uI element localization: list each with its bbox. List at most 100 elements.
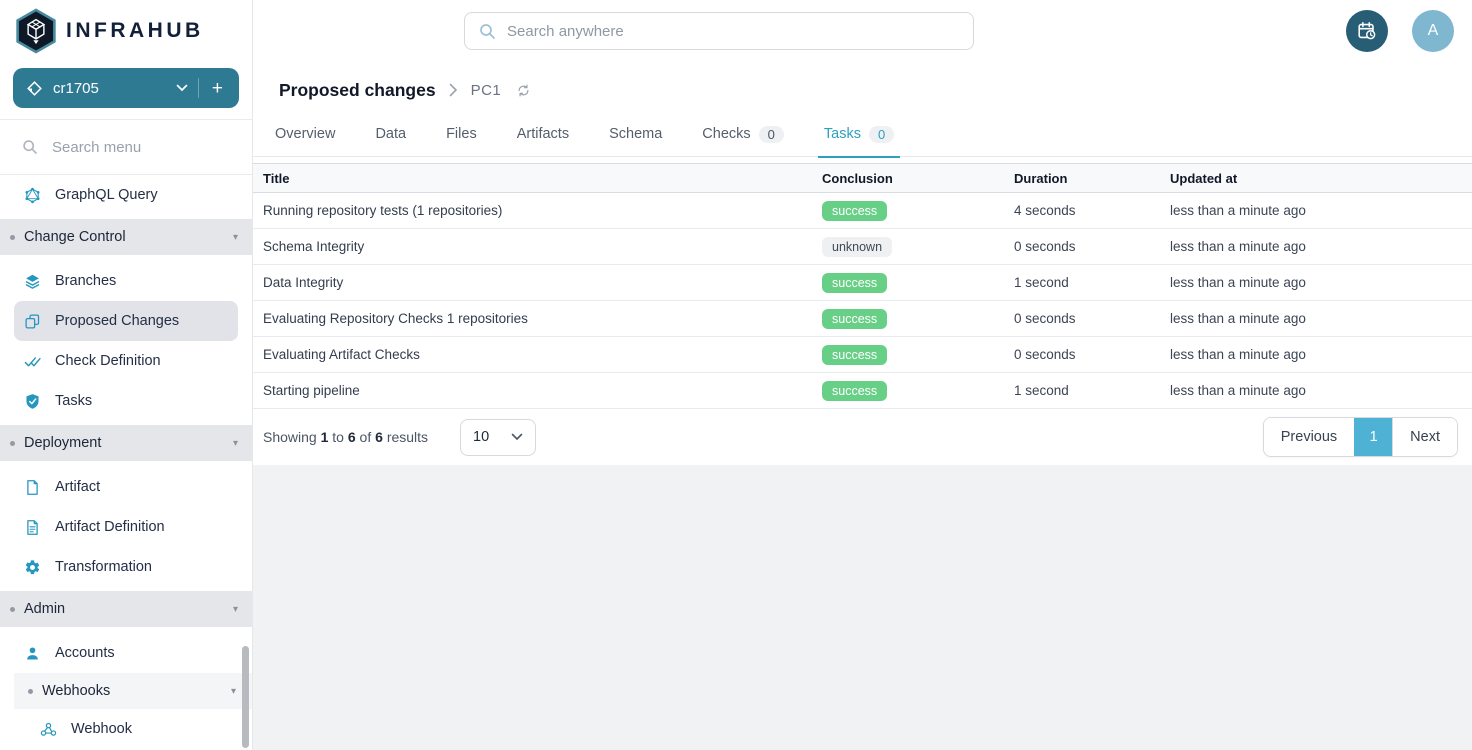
task-duration: 0 seconds <box>1014 301 1170 337</box>
graphql-icon <box>24 187 41 204</box>
sidebar-item-webhook[interactable]: Webhook <box>14 709 238 749</box>
task-updated: less than a minute ago <box>1170 301 1472 337</box>
page-number-button[interactable]: 1 <box>1354 418 1392 456</box>
topbar: Search anywhere A <box>253 0 1472 62</box>
task-duration: 0 seconds <box>1014 229 1170 265</box>
tab-tasks[interactable]: Tasks0 <box>824 118 894 150</box>
transformation-icon <box>24 559 41 576</box>
table-row[interactable]: Starting pipeline success 1 second less … <box>253 373 1472 409</box>
table-header-row: Title Conclusion Duration Updated at <box>253 164 1472 193</box>
add-branch-button[interactable]: + <box>199 79 229 98</box>
pagination-bar: Showing 1 to 6 of 6 results 10 Previous … <box>253 409 1472 465</box>
chevron-down-icon <box>511 433 523 441</box>
app-root: INFRAHUB cr1705 + <box>0 0 1472 750</box>
sidebar-item-label: Webhook <box>71 721 132 737</box>
sidebar-item-check-definition[interactable]: Check Definition <box>14 341 238 381</box>
tab-overview[interactable]: Overview <box>275 118 335 150</box>
sidebar-item-label: Artifact <box>55 479 100 495</box>
sidebar-search-placeholder: Search menu <box>52 139 141 156</box>
sidebar-item-graphql-query[interactable]: GraphQL Query <box>14 175 238 215</box>
sidebar-item-artifact-definition[interactable]: Artifact Definition <box>14 507 238 547</box>
task-title: Running repository tests (1 repositories… <box>253 193 822 229</box>
artifact-definition-icon <box>24 519 41 536</box>
app-title: INFRAHUB <box>66 19 204 43</box>
table-row[interactable]: Evaluating Artifact Checks success 0 sec… <box>253 337 1472 373</box>
triangle-down-icon: ▾ <box>233 604 238 615</box>
sidebar-item-transformation[interactable]: Transformation <box>14 547 238 587</box>
tab-badge: 0 <box>869 126 894 143</box>
global-search-input[interactable]: Search anywhere <box>464 12 974 50</box>
page-size-value: 10 <box>473 429 489 445</box>
task-title: Evaluating Repository Checks 1 repositor… <box>253 301 822 337</box>
sidebar-item-proposed-changes[interactable]: Proposed Changes <box>14 301 238 341</box>
sidebar-item-label: Transformation <box>55 559 152 575</box>
bullet-icon <box>10 441 15 446</box>
bullet-icon <box>10 607 15 612</box>
previous-page-button[interactable]: Previous <box>1264 418 1354 456</box>
sidebar: INFRAHUB cr1705 + <box>0 0 253 750</box>
refresh-button[interactable] <box>516 83 531 98</box>
table-row[interactable]: Schema Integrity unknown 0 seconds less … <box>253 229 1472 265</box>
sidebar-scrollbar[interactable] <box>242 646 249 748</box>
sidebar-section-deployment[interactable]: Deployment ▾ <box>0 425 252 461</box>
next-page-button[interactable]: Next <box>1392 418 1457 456</box>
status-badge: success <box>822 273 887 293</box>
table-row[interactable]: Data Integrity success 1 second less tha… <box>253 265 1472 301</box>
branch-icon <box>27 81 42 96</box>
chevron-down-icon[interactable] <box>166 84 198 92</box>
status-badge: success <box>822 345 887 365</box>
logo-row[interactable]: INFRAHUB <box>0 0 252 62</box>
breadcrumb-item[interactable]: PC1 <box>471 82 502 99</box>
content-background <box>253 465 1472 750</box>
task-duration: 4 seconds <box>1014 193 1170 229</box>
sidebar-item-label: GraphQL Query <box>55 187 158 203</box>
table-row[interactable]: Running repository tests (1 repositories… <box>253 193 1472 229</box>
sidebar-section-label: Change Control <box>24 229 233 245</box>
sidebar-search-input[interactable]: Search menu <box>0 120 252 175</box>
status-badge: success <box>822 381 887 401</box>
triangle-down-icon: ▾ <box>233 438 238 449</box>
tasks-table: Title Conclusion Duration Updated at Run… <box>253 163 1472 409</box>
tab-schema[interactable]: Schema <box>609 118 662 150</box>
results-summary: Showing 1 to 6 of 6 results <box>263 429 428 445</box>
branch-name: cr1705 <box>53 80 166 97</box>
status-badge: success <box>822 309 887 329</box>
tab-checks[interactable]: Checks0 <box>702 118 784 150</box>
tab-artifacts[interactable]: Artifacts <box>517 118 569 150</box>
branch-selector[interactable]: cr1705 + <box>13 68 239 108</box>
task-title: Schema Integrity <box>253 229 822 265</box>
page-title: Proposed changes <box>279 80 436 101</box>
table-row[interactable]: Evaluating Repository Checks 1 repositor… <box>253 301 1472 337</box>
breadcrumb: Proposed changes PC1 <box>253 62 1472 118</box>
search-icon <box>22 139 38 155</box>
sidebar-item-label: Artifact Definition <box>55 519 165 535</box>
sidebar-section-label: Deployment <box>24 435 233 451</box>
column-header-title: Title <box>253 164 822 193</box>
sidebar-subsection-webhooks[interactable]: Webhooks ▾ <box>14 673 252 709</box>
tab-data[interactable]: Data <box>375 118 406 150</box>
sidebar-item-label: Check Definition <box>55 353 161 369</box>
sidebar-section-admin[interactable]: Admin ▾ <box>0 591 252 627</box>
sidebar-item-artifact[interactable]: Artifact <box>14 467 238 507</box>
sidebar-item-branches[interactable]: Branches <box>14 261 238 301</box>
sidebar-section-label: Admin <box>24 601 233 617</box>
search-icon <box>479 23 496 40</box>
sidebar-section-change-control[interactable]: Change Control ▾ <box>0 219 252 255</box>
branches-icon <box>24 273 41 290</box>
tab-files[interactable]: Files <box>446 118 477 150</box>
task-title: Data Integrity <box>253 265 822 301</box>
column-header-updated-at: Updated at <box>1170 164 1472 193</box>
proposed-changes-icon <box>24 313 41 330</box>
avatar[interactable]: A <box>1412 10 1454 52</box>
pager: Previous 1 Next <box>1263 417 1458 457</box>
sidebar-item-label: Branches <box>55 273 116 289</box>
tasks-icon <box>24 393 41 410</box>
sidebar-item-tasks[interactable]: Tasks <box>14 381 238 421</box>
status-badge: unknown <box>822 237 892 257</box>
bullet-icon <box>10 235 15 240</box>
task-updated: less than a minute ago <box>1170 229 1472 265</box>
sidebar-item-accounts[interactable]: Accounts <box>14 633 238 673</box>
page-size-select[interactable]: 10 <box>460 419 536 456</box>
branch-schedule-button[interactable] <box>1346 10 1388 52</box>
triangle-down-icon: ▾ <box>233 232 238 243</box>
